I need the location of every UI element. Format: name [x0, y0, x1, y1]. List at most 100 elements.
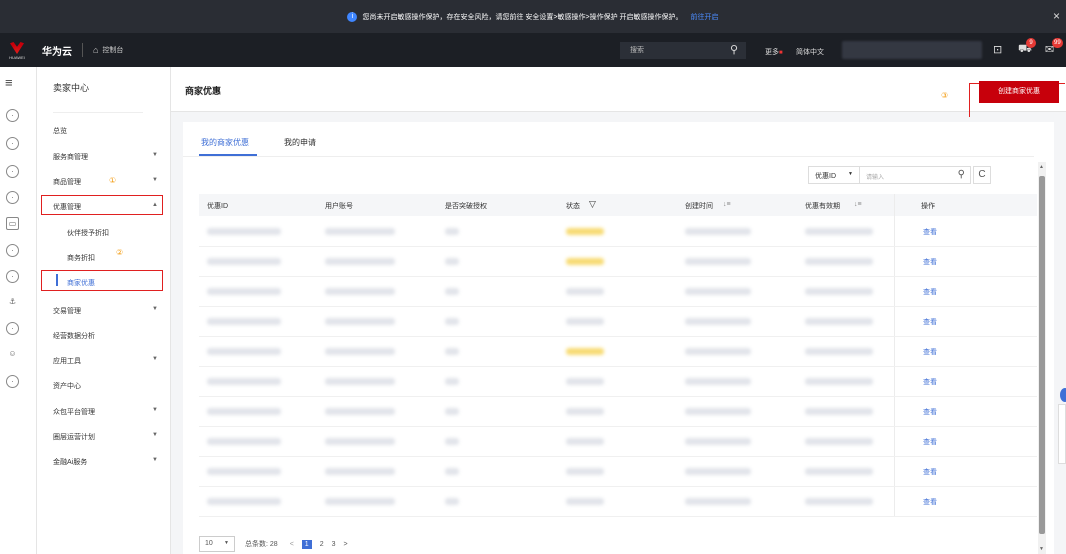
sidebar-subitem-business-discount[interactable]: 商务折扣 [67, 253, 95, 263]
next-page-button[interactable]: > [344, 541, 348, 548]
cart-badge: 9 [1026, 38, 1036, 48]
sidebar-item-tools[interactable]: 应用工具 ▼ [53, 356, 163, 366]
filter-field-select[interactable]: 优惠ID ▼ [808, 166, 860, 184]
more-menu[interactable]: 更多■ [765, 47, 783, 57]
help-float-icon[interactable] [1060, 388, 1066, 402]
blurred-cell [805, 228, 873, 235]
sidebar-item-label: 总览 [53, 128, 67, 135]
side-tool-panel[interactable] [1058, 404, 1066, 464]
service-icon-1[interactable]: · [6, 109, 19, 122]
banner-text: 您尚未开启敏感操作保护，存在安全风险，请您前往 安全设置>敏感操作>操作保护 开… [362, 13, 683, 21]
service-icon-2[interactable]: · [6, 137, 19, 150]
scrollbar-thumb[interactable] [1039, 176, 1045, 534]
table-row: 查看 [199, 277, 1037, 307]
account-info-blurred[interactable] [842, 41, 982, 59]
view-link[interactable]: 查看 [923, 407, 937, 417]
service-icon-7[interactable]: · [6, 322, 19, 335]
sidebar-item-analytics[interactable]: 经营数据分析 [53, 331, 163, 341]
page-size-select[interactable]: 10 ▼ [199, 536, 235, 552]
anchor-icon[interactable]: ⚓ [6, 296, 19, 309]
annotation-marker: ③ [941, 91, 949, 100]
col-created: 创建时间 [685, 203, 713, 210]
sidebar-subitem-partner-discount[interactable]: 伙伴授予折扣 [67, 228, 109, 238]
search-icon[interactable]: ⚲ [730, 43, 738, 56]
service-icon-6[interactable]: · [6, 270, 19, 283]
language-switch[interactable]: 简体中文 [796, 47, 824, 57]
people-icon[interactable]: ☺ [6, 348, 19, 361]
service-icon-4[interactable]: · [6, 191, 19, 204]
page-2[interactable]: 2 [320, 541, 324, 548]
view-link[interactable]: 查看 [923, 287, 937, 297]
highlight-box [41, 270, 163, 291]
table-scrollbar[interactable]: ▲ ▼ [1038, 162, 1046, 554]
sidebar-item-provider[interactable]: 服务商管理 ▼ [53, 152, 163, 162]
sidebar-item-assets[interactable]: 资产中心 [53, 381, 163, 391]
sidebar-item-finance-ai[interactable]: 金融Ai服务 ▼ [53, 457, 163, 467]
view-link[interactable]: 查看 [923, 497, 937, 507]
prev-page-button[interactable]: < [290, 541, 294, 548]
blurred-cell [325, 288, 395, 295]
scroll-down-icon[interactable]: ▼ [1039, 546, 1044, 552]
tab-my-applications[interactable]: 我的申请 [284, 137, 316, 148]
page-size-value: 10 [205, 540, 213, 547]
sort-icon[interactable]: ↓≡ [854, 201, 862, 208]
document-icon[interactable]: ▭ [6, 217, 19, 230]
blurred-cell [805, 498, 873, 505]
view-link[interactable]: 查看 [923, 317, 937, 327]
service-icon-8[interactable]: · [6, 375, 19, 388]
sidebar-item-products[interactable]: 商品管理 ▼ [53, 177, 163, 187]
sidebar-item-label: 资产中心 [53, 383, 81, 390]
close-icon[interactable]: × [1053, 9, 1060, 23]
col-status: 状态 [566, 203, 580, 210]
tab-my-offers[interactable]: 我的商家优惠 [201, 137, 249, 148]
huawei-logo[interactable]: HUAWEI [0, 33, 34, 67]
blurred-cell [325, 468, 395, 475]
blurred-cell [445, 318, 459, 325]
page-3[interactable]: 3 [332, 541, 336, 548]
sidebar-item-transactions[interactable]: 交易管理 ▼ [53, 306, 163, 316]
blurred-cell [207, 258, 281, 265]
sort-icon[interactable]: ↓≡ [723, 201, 731, 208]
create-merchant-offer-button[interactable]: 创建商家优惠 [979, 81, 1059, 103]
search-input[interactable]: 搜索 ⚲ [620, 42, 746, 59]
menu-icon[interactable]: ≡ [5, 75, 13, 90]
sidebar-item-label: 圈层运营计划 [53, 434, 95, 441]
enable-protection-link[interactable]: 前往开启 [691, 12, 719, 22]
terminal-icon[interactable]: ⊡ [993, 43, 1002, 56]
blurred-cell [207, 318, 281, 325]
search-icon[interactable]: ⚲ [958, 169, 965, 180]
service-icon-3[interactable]: · [6, 165, 19, 178]
blurred-cell [805, 378, 873, 385]
table-row: 查看 [199, 337, 1037, 367]
page-1[interactable]: 1 [301, 539, 312, 549]
pagination: 10 ▼ 总条数: 28 < 1 2 3 > [199, 536, 352, 552]
service-icon-5[interactable]: · [6, 244, 19, 257]
blurred-cell [207, 498, 281, 505]
filter-search-input[interactable]: 请输入 ⚲ [859, 166, 971, 184]
brand-name[interactable]: 华为云 [42, 43, 72, 58]
view-link[interactable]: 查看 [923, 377, 937, 387]
view-link[interactable]: 查看 [923, 437, 937, 447]
filter-icon[interactable]: ▽ [589, 199, 596, 210]
chevron-down-icon: ▼ [152, 177, 158, 183]
col-actions: 操作 [921, 203, 935, 210]
sidebar-item-crowdsourcing[interactable]: 众包平台管理 ▼ [53, 407, 163, 417]
blurred-cell [566, 288, 604, 295]
sidebar-item-label: 众包平台管理 [53, 409, 95, 416]
scroll-up-icon[interactable]: ▲ [1039, 164, 1044, 170]
main-content: 商家优惠 ③ 创建商家优惠 我的商家优惠 我的申请 优惠ID ▼ 请输入 ⚲ C 优… [171, 67, 1066, 554]
view-link[interactable]: 查看 [923, 347, 937, 357]
view-link[interactable]: 查看 [923, 227, 937, 237]
blurred-cell [805, 408, 873, 415]
view-link[interactable]: 查看 [923, 257, 937, 267]
sidebar-item-overview[interactable]: 总览 [53, 126, 163, 136]
refresh-button[interactable]: C [973, 166, 991, 184]
view-link[interactable]: 查看 [923, 467, 937, 477]
sidebar-item-circle-ops[interactable]: 圈层运营计划 ▼ [53, 432, 163, 442]
blurred-cell [805, 468, 873, 475]
console-link[interactable]: ⌂ 控制台 [93, 45, 123, 55]
annotation-marker: ② [116, 248, 124, 257]
blurred-cell [566, 318, 604, 325]
blurred-cell [685, 228, 751, 235]
blurred-cell [566, 378, 604, 385]
